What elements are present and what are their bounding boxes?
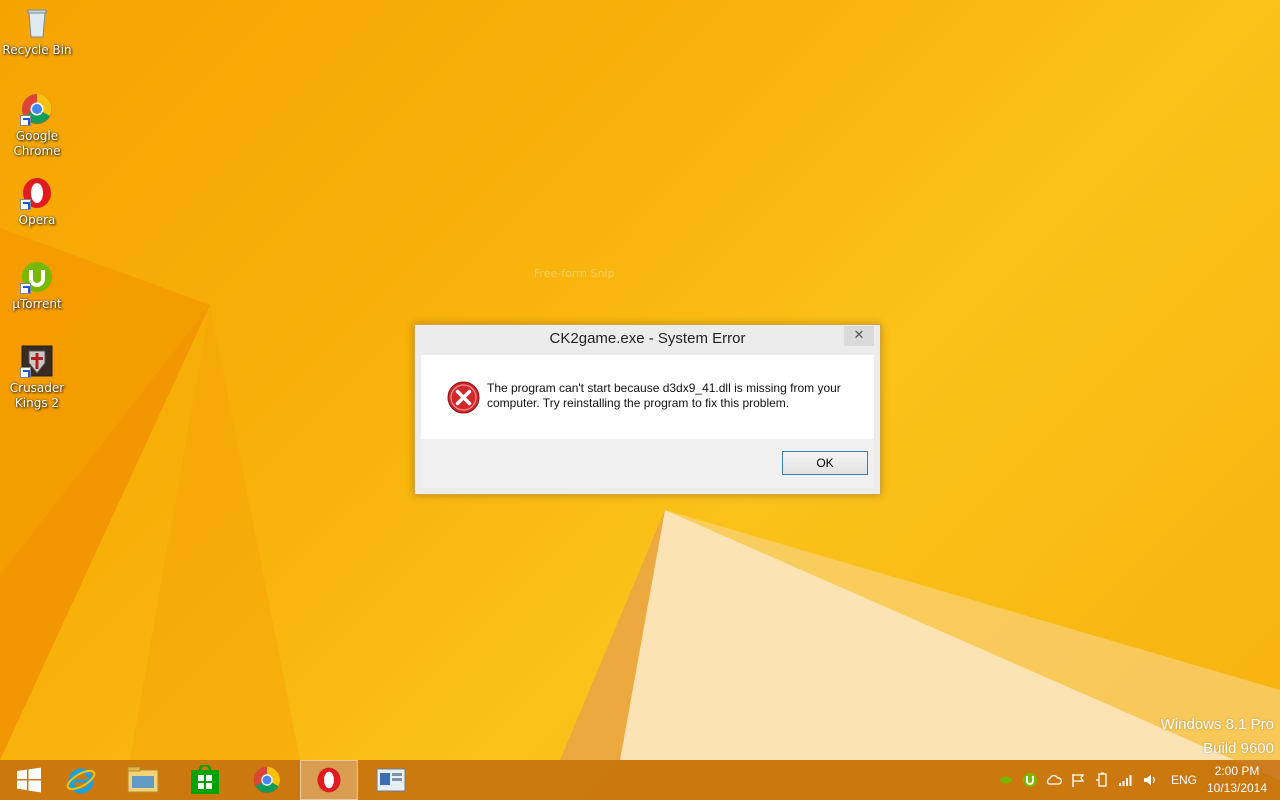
shortcut-arrow-icon: [20, 199, 31, 210]
taskbar-internet-explorer[interactable]: [52, 760, 110, 800]
shortcut-arrow-icon: [20, 367, 31, 378]
desktop-icon-label: Google Chrome: [13, 129, 61, 158]
wifi-signal-icon[interactable]: [1118, 772, 1134, 788]
desktop-icon-recycle-bin[interactable]: Recycle Bin: [2, 6, 72, 58]
dialog-footer: OK: [421, 439, 874, 488]
desktop-icon-label: Opera: [18, 213, 56, 227]
shortcut-arrow-icon: [20, 115, 31, 126]
shortcut-arrow-icon: [20, 283, 31, 294]
desktop-icon-utorrent[interactable]: µTorrent: [2, 260, 72, 312]
dialog-title: CK2game.exe - System Error: [549, 330, 746, 347]
desktop-icon-label: Crusader Kings 2: [9, 381, 65, 410]
internet-explorer-icon: [66, 768, 96, 794]
utorrent-icon: [20, 260, 54, 294]
close-button[interactable]: ✕: [844, 326, 874, 346]
snip-watermark: Free-form Snip: [534, 267, 615, 280]
windows-logo-icon: [17, 767, 41, 793]
chrome-icon: [20, 92, 54, 126]
opera-icon: [317, 767, 341, 793]
taskbar-chrome[interactable]: [238, 760, 296, 800]
os-name-label: Windows 8.1 Pro: [1160, 716, 1274, 733]
taskbar-snipping-tool[interactable]: [362, 760, 420, 800]
taskbar-file-explorer[interactable]: [114, 760, 172, 800]
crusader-kings-icon: [20, 344, 54, 378]
desktop-icon-label: µTorrent: [12, 297, 62, 311]
onedrive-tray-icon[interactable]: [1046, 772, 1062, 788]
desktop-icon-opera[interactable]: Opera: [2, 176, 72, 228]
os-build-label: Build 9600: [1203, 740, 1274, 757]
volume-icon[interactable]: [1142, 772, 1158, 788]
recycle-bin-icon: [20, 6, 54, 40]
utorrent-tray-icon[interactable]: [1022, 772, 1038, 788]
power-battery-icon[interactable]: [1094, 772, 1110, 788]
error-icon: [447, 381, 480, 414]
ok-button[interactable]: OK: [782, 451, 868, 475]
chrome-icon: [253, 766, 281, 794]
system-error-dialog: CK2game.exe - System Error ✕ The program…: [414, 324, 881, 495]
dialog-body: The program can't start because d3dx9_41…: [421, 355, 874, 439]
taskbar-store[interactable]: [176, 760, 234, 800]
taskbar-opera[interactable]: [300, 760, 358, 800]
close-icon: ✕: [853, 328, 865, 343]
desktop-icon-google-chrome[interactable]: Google Chrome: [2, 92, 72, 159]
file-explorer-icon: [127, 766, 159, 793]
desktop-icon-crusader-kings-2[interactable]: Crusader Kings 2: [2, 344, 72, 411]
start-button[interactable]: [0, 760, 58, 800]
taskbar: ENG 2:00 PM 10/13/2014: [0, 760, 1280, 800]
language-indicator[interactable]: ENG: [1171, 773, 1197, 787]
snipping-tool-icon: [376, 768, 406, 792]
opera-icon: [20, 176, 54, 210]
error-message: The program can't start because d3dx9_41…: [487, 381, 841, 410]
clock-date[interactable]: 10/13/2014: [1203, 781, 1271, 795]
nvidia-tray-icon[interactable]: [998, 772, 1014, 788]
store-icon: [191, 765, 219, 794]
action-center-flag-icon[interactable]: [1070, 772, 1086, 788]
desktop-icon-label: Recycle Bin: [2, 43, 72, 57]
clock-time[interactable]: 2:00 PM: [1207, 764, 1267, 778]
